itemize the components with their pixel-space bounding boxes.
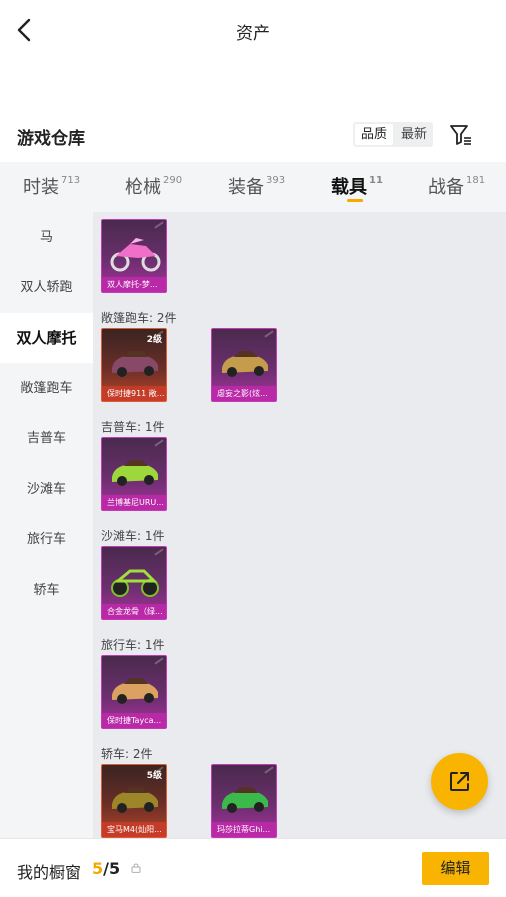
car-image — [108, 670, 162, 708]
top-bar: 资产 — [0, 0, 506, 60]
card-level-badge: 5级 — [146, 771, 162, 781]
card-decoration — [154, 657, 164, 665]
card-name: 兰博基尼URU... — [102, 495, 166, 510]
tab-vehicles[interactable]: 载具 11 — [331, 173, 383, 199]
group-label: 吉普车: 1件 — [101, 420, 165, 434]
sidebar-item-jeep[interactable]: 吉普车 — [0, 414, 93, 464]
group-label: 旅行车: 1件 — [101, 638, 165, 652]
group-label: 轿车: 2件 — [101, 747, 153, 761]
car-image — [108, 343, 162, 381]
tab-fashion-label: 时装 — [23, 177, 59, 198]
external-link-icon — [450, 772, 469, 791]
card-level-badge: 2级 — [146, 335, 162, 345]
card-name: 双人摩托-梦... — [102, 277, 166, 292]
vehicle-card[interactable]: 玛莎拉蒂Ghi... — [211, 764, 277, 838]
sidebar-item-touring-car[interactable]: 旅行车 — [0, 515, 93, 565]
car-image — [218, 343, 272, 381]
showcase-count: 5/5 — [92, 859, 120, 878]
warehouse-header: 游戏仓库 品质 最新 — [0, 118, 506, 154]
vehicle-grid: 双人摩托-梦... 敞篷跑车: 2件 2级保时捷911 敞... 虐妄之影(炫... 吉… — [93, 212, 506, 838]
sidebar-item-two-seat-motorbike[interactable]: 双人摩托 — [0, 313, 93, 363]
card-decoration — [264, 330, 274, 338]
vehicle-card[interactable]: 虐妄之影(炫... — [211, 328, 277, 402]
warehouse-title: 游戏仓库 — [17, 129, 85, 149]
tab-battle-prep-label: 战备 — [428, 177, 464, 198]
group-label: 沙滩车: 1件 — [101, 529, 165, 543]
car-image — [218, 779, 272, 817]
sidebar-item-sedan[interactable]: 轿车 — [0, 566, 93, 616]
tab-equipment-count: 393 — [266, 175, 286, 186]
card-name: 虐妄之影(炫... — [212, 386, 276, 401]
group-label: 敞篷跑车: 2件 — [101, 311, 177, 325]
tab-equipment-label: 装备 — [228, 177, 264, 198]
card-decoration — [154, 221, 164, 229]
page-title: 资产 — [236, 24, 270, 44]
card-name: 保时捷911 敞... — [102, 386, 166, 401]
tab-fashion[interactable]: 时装 713 — [23, 173, 80, 199]
tab-battle-prep[interactable]: 战备 181 — [428, 173, 485, 199]
tab-guns-label: 枪械 — [125, 177, 161, 198]
vehicle-card[interactable]: 2级保时捷911 敞... — [101, 328, 167, 402]
tab-vehicles-count: 11 — [369, 175, 383, 186]
tab-fashion-count: 713 — [61, 175, 81, 186]
card-name: 玛莎拉蒂Ghi... — [212, 822, 276, 837]
edit-button[interactable]: 编辑 — [422, 852, 489, 885]
sort-quality-button[interactable]: 品质 — [355, 124, 394, 145]
showcase-current: 5 — [92, 859, 104, 878]
card-decoration — [154, 439, 164, 447]
sort-toggle: 品质 最新 — [353, 122, 434, 147]
tab-battle-prep-count: 181 — [466, 175, 486, 186]
vehicle-card[interactable]: 兰博基尼URU... — [101, 437, 167, 511]
card-decoration — [154, 548, 164, 556]
vehicle-card[interactable]: 5级宝马M4(灿阳... — [101, 764, 167, 838]
share-button[interactable] — [431, 753, 488, 810]
car-image — [108, 452, 162, 490]
showcase-bar: 我的橱窗 5/5 编辑 — [0, 838, 506, 897]
card-name: 保时捷Tayca... — [102, 713, 166, 728]
tab-vehicles-label: 载具 — [331, 177, 367, 198]
sidebar-item-buggy[interactable]: 沙滩车 — [0, 465, 93, 515]
car-image — [108, 779, 162, 817]
card-decoration — [264, 766, 274, 774]
sidebar-item-horse[interactable]: 马 — [0, 213, 93, 263]
tab-guns[interactable]: 枪械 290 — [125, 173, 182, 199]
card-name: 合金龙骨（绿... — [102, 604, 166, 619]
vehicle-card[interactable]: 合金龙骨（绿... — [101, 546, 167, 620]
lock-icon — [131, 863, 141, 873]
sidebar-item-two-seat-coupe[interactable]: 双人轿跑 — [0, 263, 93, 313]
sort-latest-button[interactable]: 最新 — [395, 122, 433, 147]
filter-icon[interactable] — [448, 122, 474, 148]
showcase-total: 5 — [108, 859, 121, 878]
motorbike-image — [108, 234, 162, 272]
tab-guns-count: 290 — [163, 175, 183, 186]
buggy-image — [108, 561, 162, 599]
category-tabs: 时装 713 枪械 290 装备 393 载具 11 战备 181 — [0, 162, 506, 212]
tab-equipment[interactable]: 装备 393 — [228, 173, 285, 199]
sidebar-item-convertible[interactable]: 敞篷跑车 — [0, 364, 93, 414]
card-name: 宝马M4(灿阳... — [102, 822, 166, 837]
vehicle-card[interactable]: 保时捷Tayca... — [101, 655, 167, 729]
active-tab-indicator — [347, 199, 363, 202]
showcase-label: 我的橱窗 — [17, 863, 82, 882]
vehicle-card[interactable]: 双人摩托-梦... — [101, 219, 167, 293]
vehicle-type-sidebar: 马 双人轿跑 双人摩托 敞篷跑车 吉普车 沙滩车 旅行车 轿车 — [0, 212, 93, 838]
